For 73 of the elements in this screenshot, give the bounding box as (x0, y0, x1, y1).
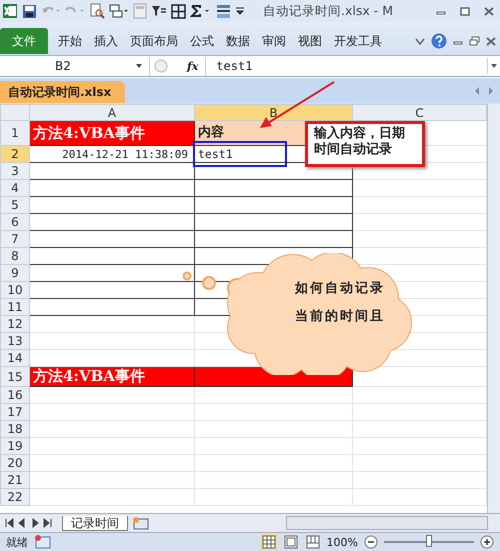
workbook-tab[interactable]: 自动记录时间.xlsx (0, 81, 126, 103)
restore-icon[interactable] (469, 36, 480, 46)
layout-icon[interactable] (109, 4, 129, 18)
maximize-icon[interactable] (460, 6, 470, 16)
sum-icon[interactable] (190, 4, 212, 18)
insert-function-button[interactable]: fx (184, 60, 202, 72)
row-header[interactable]: 2 (0, 146, 30, 162)
row-header[interactable]: 17 (0, 404, 30, 420)
close-icon[interactable] (484, 6, 494, 16)
insert-sheet-icon[interactable] (132, 516, 150, 530)
page-break-icon[interactable] (304, 534, 321, 550)
insert-row-icon[interactable] (216, 4, 231, 18)
row-header[interactable]: 6 (0, 214, 30, 230)
row-header[interactable]: 4 (0, 180, 30, 196)
row-header[interactable]: 15 (0, 366, 30, 386)
row-header[interactable]: 9 (0, 264, 30, 282)
horizontal-scrollbar[interactable] (286, 516, 488, 530)
row-header[interactable]: 14 (0, 350, 30, 366)
zoom-slider-thumb[interactable] (426, 535, 432, 547)
column-header[interactable]: B (194, 104, 352, 120)
borders-icon[interactable] (171, 4, 186, 18)
row-header[interactable]: 5 (0, 196, 30, 214)
ribbon-tab[interactable]: 公式 (184, 28, 220, 54)
note-callout: 输入内容，日期时间自动记录 (305, 121, 425, 167)
ribbon-tab[interactable]: 文件 (0, 28, 48, 54)
row-header[interactable]: 10 (0, 282, 30, 298)
row-header[interactable]: 22 (0, 488, 30, 506)
print-preview-icon[interactable] (89, 3, 105, 19)
cloud-text: 如何自动记录 (295, 280, 385, 297)
zoom-out-icon[interactable] (364, 535, 378, 549)
sheet-tab[interactable]: 记录时间 (62, 516, 128, 530)
row-header[interactable]: 12 (0, 316, 30, 332)
save-icon[interactable] (22, 4, 37, 18)
row-header[interactable]: 19 (0, 438, 30, 454)
normal-view-icon[interactable] (260, 534, 277, 550)
close-icon[interactable] (486, 36, 496, 46)
status-text: 就绪 (6, 534, 28, 550)
macro-record-icon[interactable] (34, 535, 52, 549)
column-header[interactable]: C (352, 104, 486, 120)
formula-field[interactable]: test1 (205, 56, 483, 76)
vertical-scrollbar[interactable] (487, 104, 500, 513)
dropdown-icon[interactable] (235, 5, 245, 17)
row-header[interactable]: 18 (0, 420, 30, 438)
ribbon-tab[interactable]: 开始 (52, 28, 88, 54)
excel-logo-icon (2, 3, 18, 19)
zoom-level[interactable]: 100% (326, 536, 358, 548)
row-header[interactable]: 20 (0, 454, 30, 472)
row-header[interactable]: 7 (0, 230, 30, 248)
table-cell: 方法4:VBA事件 (30, 120, 194, 146)
ribbon-tab[interactable]: 页面布局 (124, 28, 184, 54)
ribbon-tab[interactable]: 数据 (220, 28, 256, 54)
window-title: 自动记录时间.xlsx - M (263, 2, 393, 20)
page-layout-icon[interactable] (282, 534, 299, 550)
row-header[interactable]: 3 (0, 162, 30, 180)
row-header[interactable]: 8 (0, 248, 30, 264)
filter-icon[interactable] (151, 4, 167, 18)
zoom-in-icon[interactable] (480, 535, 494, 549)
dropdown-icon[interactable] (135, 63, 143, 69)
expand-icon[interactable] (487, 58, 500, 74)
row-header[interactable]: 1 (0, 120, 30, 146)
row-header[interactable]: 16 (0, 386, 30, 404)
row-header[interactable]: 11 (0, 298, 30, 316)
ribbon-tab[interactable]: 视图 (292, 28, 328, 54)
ribbon-tab[interactable]: 开发工具 (328, 28, 388, 54)
ribbon-tab[interactable]: 插入 (88, 28, 124, 54)
help-icon[interactable] (431, 33, 447, 49)
row-header[interactable]: 13 (0, 332, 30, 350)
column-header[interactable]: A (30, 104, 194, 120)
table-cell: 方法4:VBA事件 (30, 366, 194, 386)
name-box[interactable]: B2 (0, 56, 150, 76)
cloud-text: 当前的时间且 (295, 308, 385, 325)
row-header[interactable]: 21 (0, 472, 30, 488)
ribbon-tab[interactable]: 审阅 (256, 28, 292, 54)
